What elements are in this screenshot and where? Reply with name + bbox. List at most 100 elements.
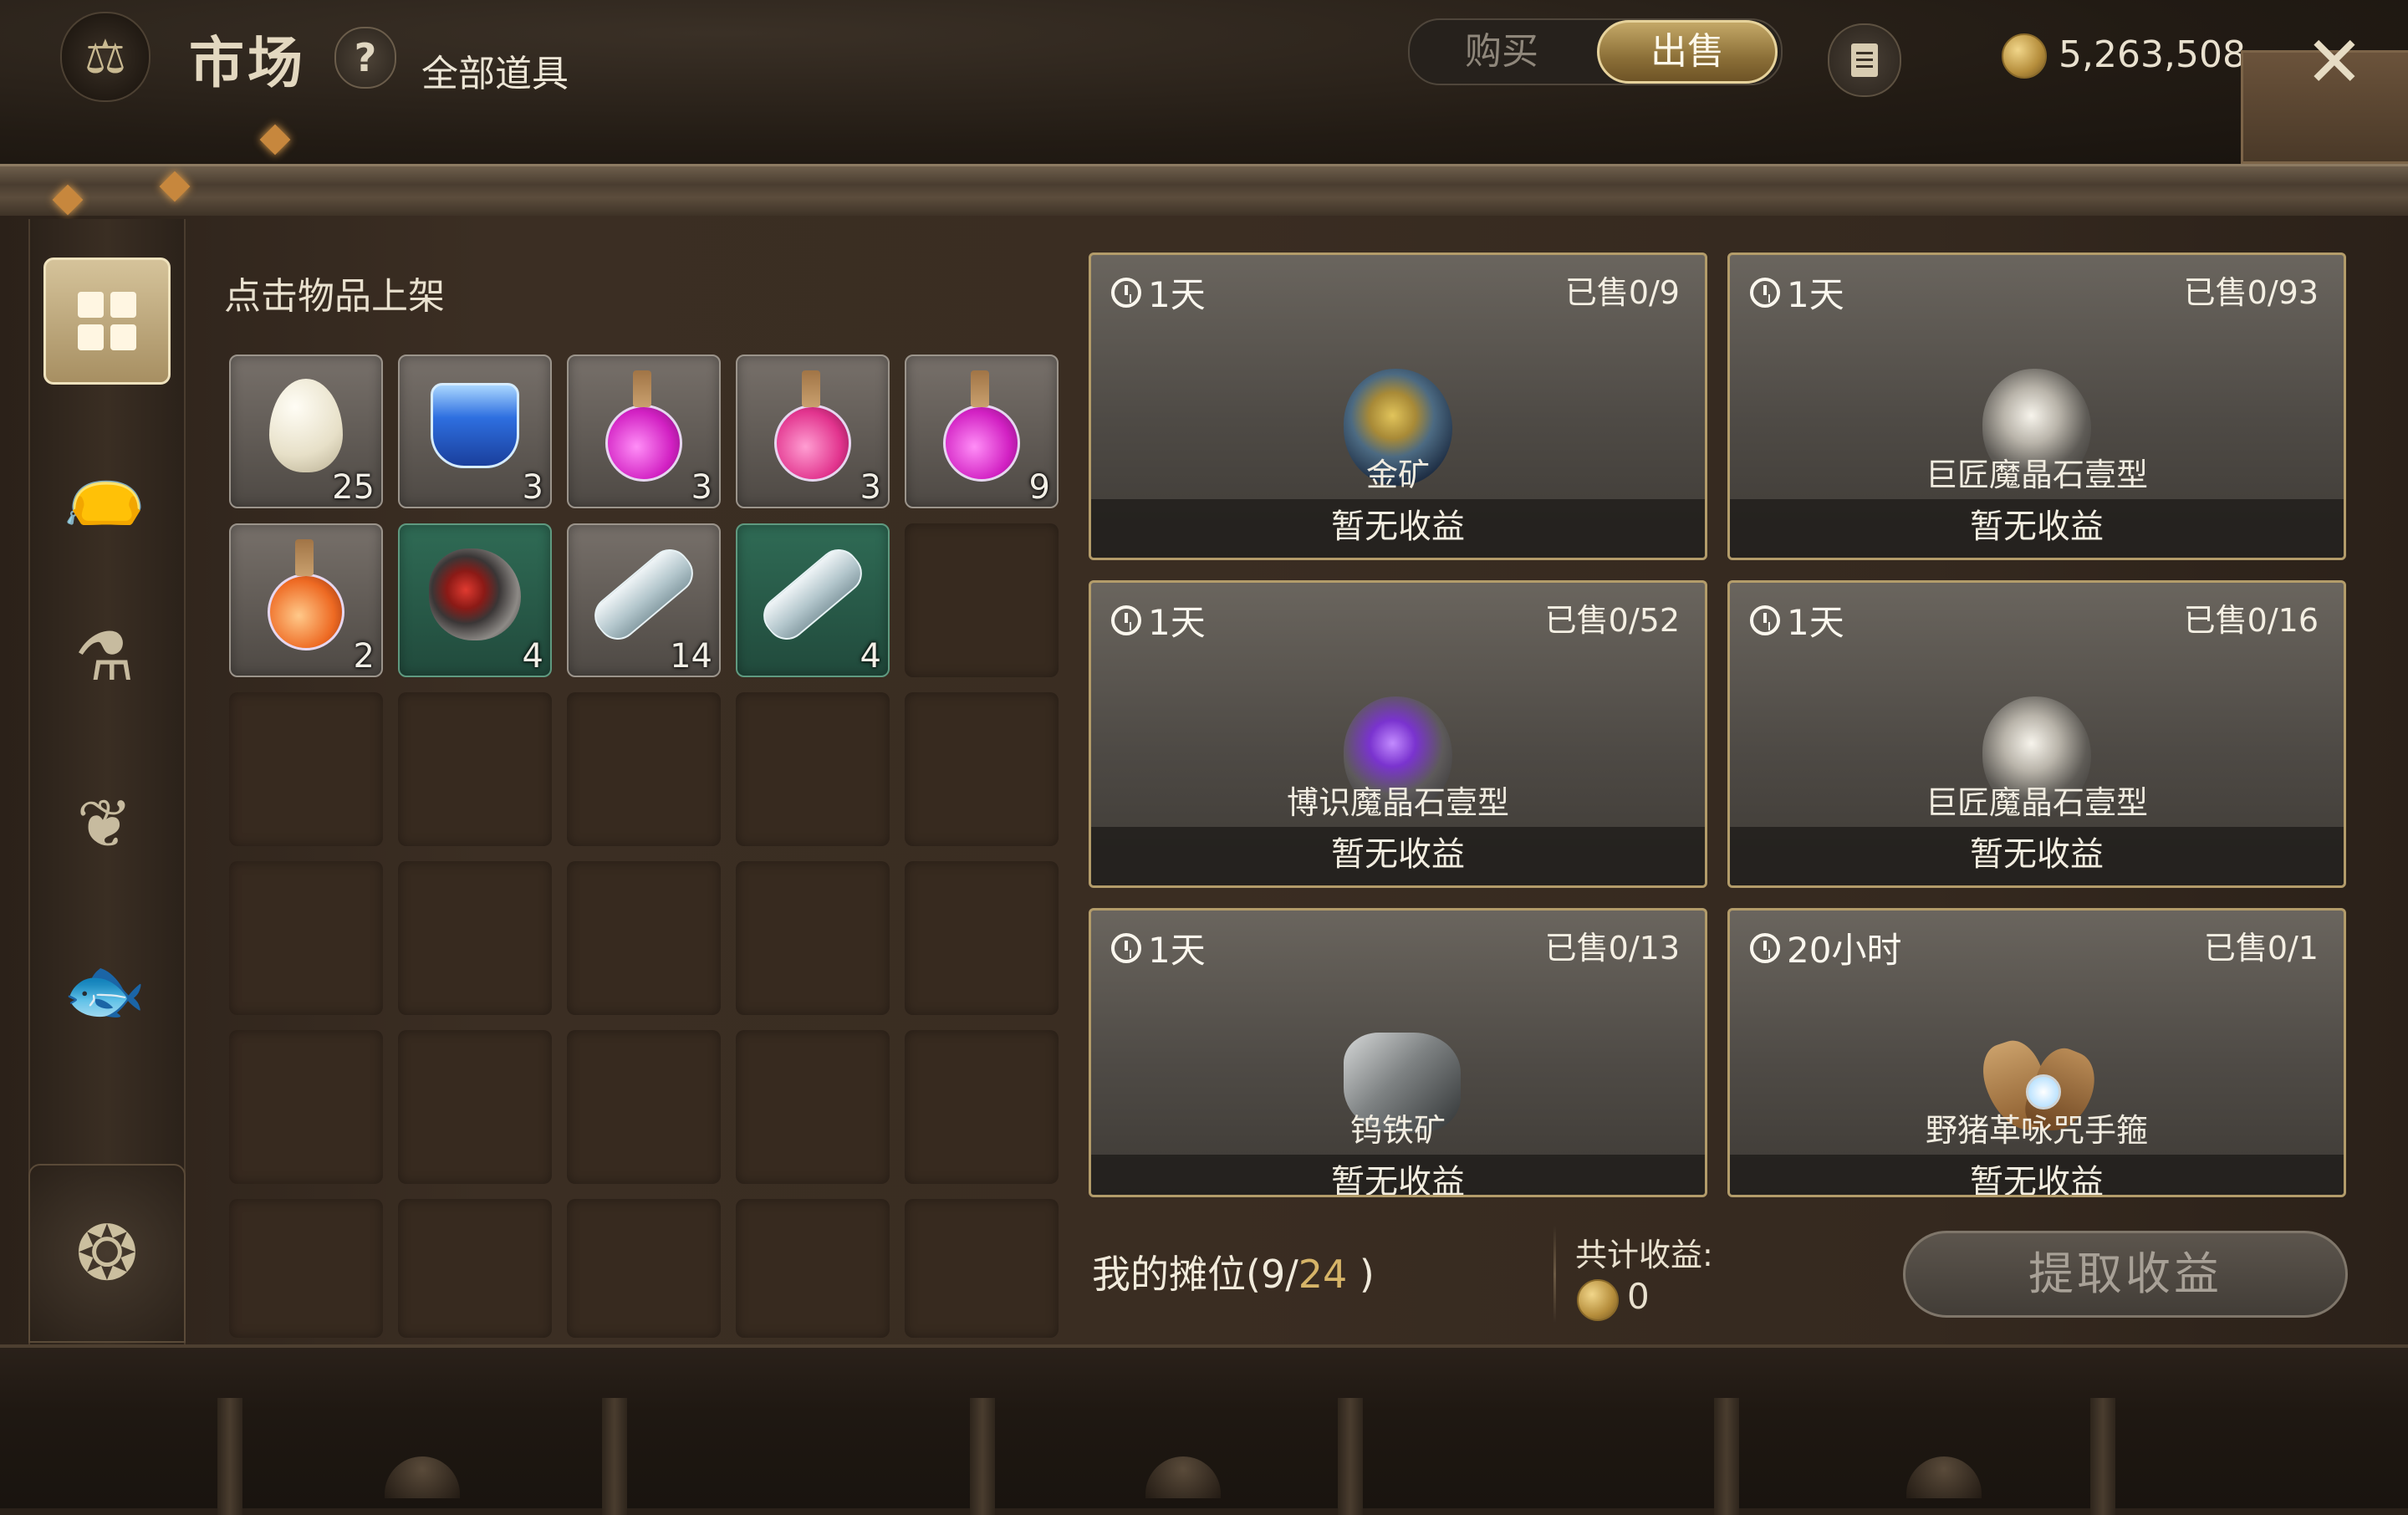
counter-lamp bbox=[385, 1456, 460, 1498]
collect-income-button[interactable]: 提取收益 bbox=[1903, 1231, 2348, 1318]
pouch-icon: 👝 bbox=[63, 450, 146, 528]
listing-time: 1天 bbox=[1148, 602, 1206, 643]
empty-slot[interactable] bbox=[736, 692, 890, 846]
listing-card[interactable]: 1天 已售0/93 巨匠魔晶石壹型 暂无收益 bbox=[1727, 252, 2346, 560]
grid-icon bbox=[78, 292, 136, 350]
counter-lamp bbox=[1145, 1456, 1221, 1498]
inventory-slot[interactable]: 3 bbox=[567, 355, 721, 508]
empty-slot[interactable] bbox=[229, 692, 383, 846]
listing-card[interactable]: 1天 已售0/52 博识魔晶石壹型 暂无收益 bbox=[1089, 580, 1707, 888]
pink-potion-icon bbox=[605, 370, 682, 482]
sidebar-item-bag[interactable]: 👝 bbox=[42, 426, 167, 552]
sidebar-item-all[interactable] bbox=[43, 258, 171, 385]
item-count: 25 bbox=[332, 468, 375, 507]
counter-background bbox=[0, 1344, 2408, 1515]
inventory-slot[interactable]: 14 bbox=[567, 523, 721, 677]
rose-potion-icon bbox=[774, 370, 851, 482]
sidebar-item-potions[interactable]: ⚗ bbox=[42, 594, 167, 719]
listing-income: 暂无收益 bbox=[1091, 827, 1705, 885]
clock-icon bbox=[1750, 277, 1780, 308]
close-button[interactable]: ✕ bbox=[2301, 27, 2368, 97]
item-count: 3 bbox=[522, 468, 543, 507]
inventory-slot[interactable]: 4 bbox=[736, 523, 890, 677]
empty-slot[interactable] bbox=[905, 523, 1059, 677]
empty-slot[interactable] bbox=[905, 1030, 1059, 1184]
listing-time: 20小时 bbox=[1787, 930, 1902, 971]
empty-slot[interactable] bbox=[905, 1199, 1059, 1338]
counter-pillar bbox=[2090, 1398, 2115, 1515]
item-count: 4 bbox=[860, 637, 881, 676]
gold-coin-icon bbox=[2002, 33, 2047, 79]
orange-potion-icon bbox=[268, 539, 344, 651]
listing-card[interactable]: 20小时 已售0/1 野猪革咏咒手箍 暂无收益 bbox=[1727, 908, 2346, 1197]
empty-slot[interactable] bbox=[567, 692, 721, 846]
clock-icon bbox=[1111, 932, 1141, 963]
listing-card[interactable]: 1天 已售0/16 巨匠魔晶石壹型 暂无收益 bbox=[1727, 580, 2346, 888]
listing-duration: 1天 bbox=[1750, 267, 1844, 318]
listing-duration: 1天 bbox=[1111, 922, 1206, 973]
empty-slot[interactable] bbox=[398, 692, 552, 846]
sidebar-item-plants[interactable]: ❦ bbox=[42, 761, 167, 886]
empty-slot[interactable] bbox=[229, 1199, 383, 1338]
stall-separator: / bbox=[1285, 1252, 1298, 1297]
shelf-beam bbox=[0, 164, 2408, 221]
listing-name: 野猪革咏咒手箍 bbox=[1925, 1112, 2148, 1149]
tab-buy[interactable]: 购买 bbox=[1410, 20, 1594, 84]
message-bottle-icon bbox=[586, 541, 701, 648]
page-title: 市场 bbox=[189, 30, 306, 95]
item-count: 3 bbox=[691, 468, 712, 507]
empty-slot[interactable] bbox=[736, 1199, 890, 1338]
help-button[interactable]: ? bbox=[334, 27, 396, 89]
listing-duration: 20小时 bbox=[1750, 922, 1901, 973]
empty-slot[interactable] bbox=[567, 1199, 721, 1338]
counter-pillar bbox=[602, 1398, 627, 1515]
egg-icon bbox=[269, 378, 343, 472]
empty-slot[interactable] bbox=[398, 1030, 552, 1184]
empty-slot[interactable] bbox=[736, 1030, 890, 1184]
sidebar-item-fish[interactable]: 🐟 bbox=[42, 928, 167, 1053]
empty-slot[interactable] bbox=[229, 1030, 383, 1184]
listing-card[interactable]: 1天 已售0/9 金矿 暂无收益 bbox=[1089, 252, 1707, 560]
inventory-slot[interactable]: 2 bbox=[229, 523, 383, 677]
red-ore-icon bbox=[429, 548, 521, 640]
empty-slot[interactable] bbox=[398, 1199, 552, 1338]
listing-name: 金矿 bbox=[1365, 457, 1430, 493]
empty-slot[interactable] bbox=[229, 861, 383, 1015]
listing-sold-count: 已售0/52 bbox=[1544, 602, 1680, 639]
listing-time: 1天 bbox=[1787, 602, 1844, 643]
records-button[interactable] bbox=[1828, 23, 1901, 97]
character-emblem-icon: ❂ bbox=[75, 1209, 139, 1298]
listing-name: 巨匠魔晶石壹型 bbox=[1925, 457, 2148, 493]
empty-slot[interactable] bbox=[398, 861, 552, 1015]
empty-slot[interactable] bbox=[567, 1030, 721, 1184]
inventory-slot[interactable]: 4 bbox=[398, 523, 552, 677]
tab-sell[interactable]: 出售 bbox=[1597, 20, 1778, 84]
category-label[interactable]: 全部道具 bbox=[421, 43, 569, 97]
item-count: 2 bbox=[353, 637, 375, 676]
empty-slot[interactable] bbox=[905, 692, 1059, 846]
inventory-slot[interactable]: 9 bbox=[905, 355, 1059, 508]
footer-divider bbox=[1553, 1226, 1556, 1323]
item-count: 3 bbox=[860, 468, 881, 507]
inventory-slot[interactable]: 3 bbox=[398, 355, 552, 508]
stall-close-paren: ) bbox=[1347, 1252, 1375, 1297]
empty-slot[interactable] bbox=[905, 861, 1059, 1015]
character-button[interactable]: ❂ bbox=[28, 1164, 186, 1343]
listing-duration: 1天 bbox=[1111, 594, 1206, 645]
item-count: 4 bbox=[522, 637, 543, 676]
market-scale-icon: ⚖ bbox=[60, 12, 150, 102]
buy-sell-toggle: 购买 出售 bbox=[1408, 18, 1783, 85]
listing-duration: 1天 bbox=[1750, 594, 1844, 645]
total-income-label: 共计收益: bbox=[1575, 1237, 1713, 1273]
empty-slot[interactable] bbox=[567, 861, 721, 1015]
stall-capacity: 我的摊位(9/24 ) bbox=[1092, 1244, 1375, 1299]
counter-pillar bbox=[1714, 1398, 1739, 1515]
empty-slot[interactable] bbox=[736, 861, 890, 1015]
inventory-slot[interactable]: 3 bbox=[736, 355, 890, 508]
clock-icon bbox=[1111, 604, 1141, 635]
inventory-slot[interactable]: 25 bbox=[229, 355, 383, 508]
listing-card[interactable]: 1天 已售0/13 钨铁矿 暂无收益 bbox=[1089, 908, 1707, 1197]
counter-lamp bbox=[1906, 1456, 1982, 1498]
counter-pillar bbox=[217, 1398, 242, 1515]
listing-sold-count: 已售0/9 bbox=[1564, 274, 1680, 311]
